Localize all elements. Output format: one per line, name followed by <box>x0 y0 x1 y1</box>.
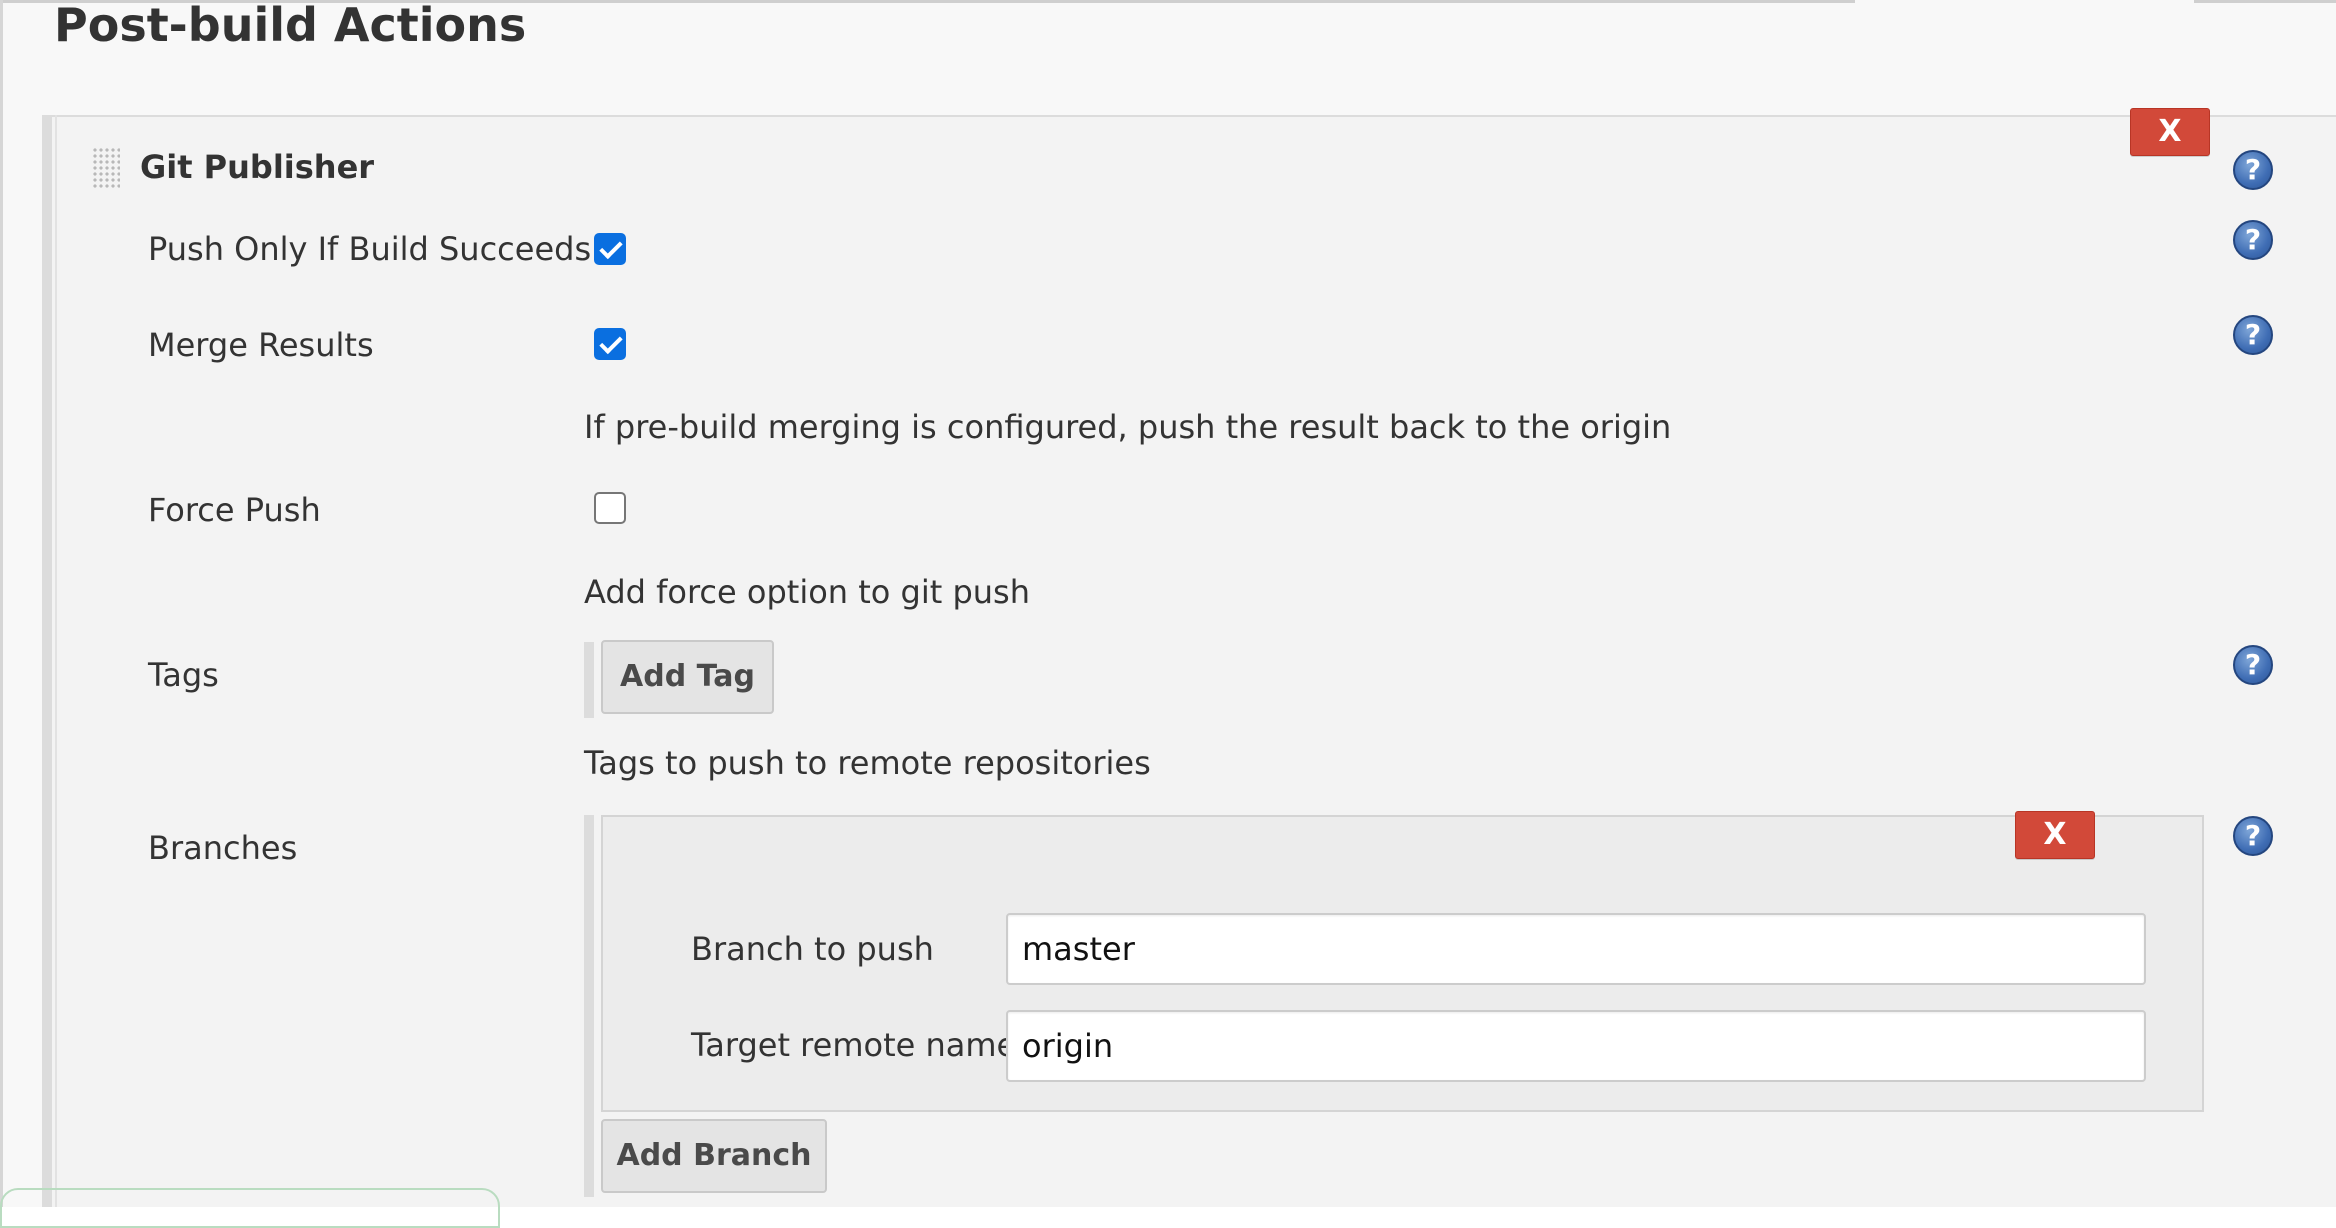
tags-label: Tags <box>148 656 219 694</box>
force-push-description: Add force option to git push <box>584 573 1030 611</box>
add-tag-button[interactable]: Add Tag <box>601 640 774 714</box>
publisher-title: Git Publisher <box>140 148 375 186</box>
force-push-checkbox[interactable] <box>594 492 626 524</box>
delete-branch-button[interactable]: X <box>2015 811 2095 859</box>
branch-to-push-input[interactable]: master <box>1006 913 2146 985</box>
push-only-checkbox[interactable] <box>594 233 626 265</box>
top-divider-right <box>2194 0 2336 3</box>
branches-label: Branches <box>148 829 298 867</box>
tags-help-icon[interactable]: ? <box>2233 645 2273 685</box>
branch-to-push-label: Branch to push <box>691 930 934 968</box>
delete-publisher-button[interactable]: X <box>2130 108 2210 156</box>
merge-results-label: Merge Results <box>148 326 374 364</box>
panel-inner-border <box>55 115 57 1207</box>
add-branch-button[interactable]: Add Branch <box>601 1119 827 1193</box>
merge-results-help-icon[interactable]: ? <box>2233 315 2273 355</box>
merge-results-description: If pre-build merging is configured, push… <box>584 408 1672 446</box>
push-only-help-icon[interactable]: ? <box>2233 220 2273 260</box>
drag-handle-icon[interactable] <box>92 147 120 189</box>
tags-repeatable-bar <box>584 642 594 718</box>
bottom-partial-tab <box>0 1188 500 1228</box>
merge-results-checkbox[interactable] <box>594 328 626 360</box>
help-icon[interactable]: ? <box>2233 150 2273 190</box>
push-only-label: Push Only If Build Succeeds <box>148 230 592 268</box>
tags-description: Tags to push to remote repositories <box>584 744 1151 782</box>
target-remote-name-input[interactable]: origin <box>1006 1010 2146 1082</box>
section-title: Post-build Actions <box>54 0 527 52</box>
target-remote-name-label: Target remote name <box>691 1026 1017 1064</box>
branches-repeatable-bar <box>584 815 594 1197</box>
force-push-label: Force Push <box>148 491 321 529</box>
branches-help-icon[interactable]: ? <box>2233 816 2273 856</box>
